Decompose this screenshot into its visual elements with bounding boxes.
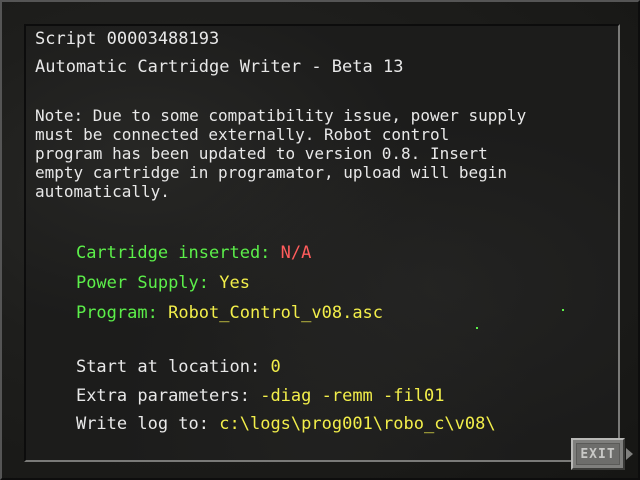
program-label: Program: (75, 303, 158, 323)
log-label: Write log to: (75, 414, 210, 434)
log-path-row: Write log to: c:\logs\prog001\robo_c\v08… (35, 394, 496, 454)
cartridge-value: N/A (280, 243, 312, 263)
window-frame: Script 00003488193 Automatic Cartridge W… (0, 0, 640, 480)
script-id: Script 00003488193 (35, 29, 220, 49)
app-title: Automatic Cartridge Writer - Beta 13 (35, 57, 404, 77)
exit-button[interactable]: EXIT (571, 438, 625, 470)
exit-button-label: EXIT (576, 443, 620, 465)
noise-dot (476, 327, 478, 329)
arrow-right-icon (626, 448, 633, 460)
note-text: Note: Due to some compatibility issue, p… (35, 106, 527, 201)
program-row: Program: Robot_Control_v08.asc (35, 283, 383, 343)
noise-dot (562, 309, 564, 311)
program-value: Robot_Control_v08.asc (168, 303, 384, 323)
log-value: c:\logs\prog001\robo_c\v08\ (219, 414, 496, 434)
